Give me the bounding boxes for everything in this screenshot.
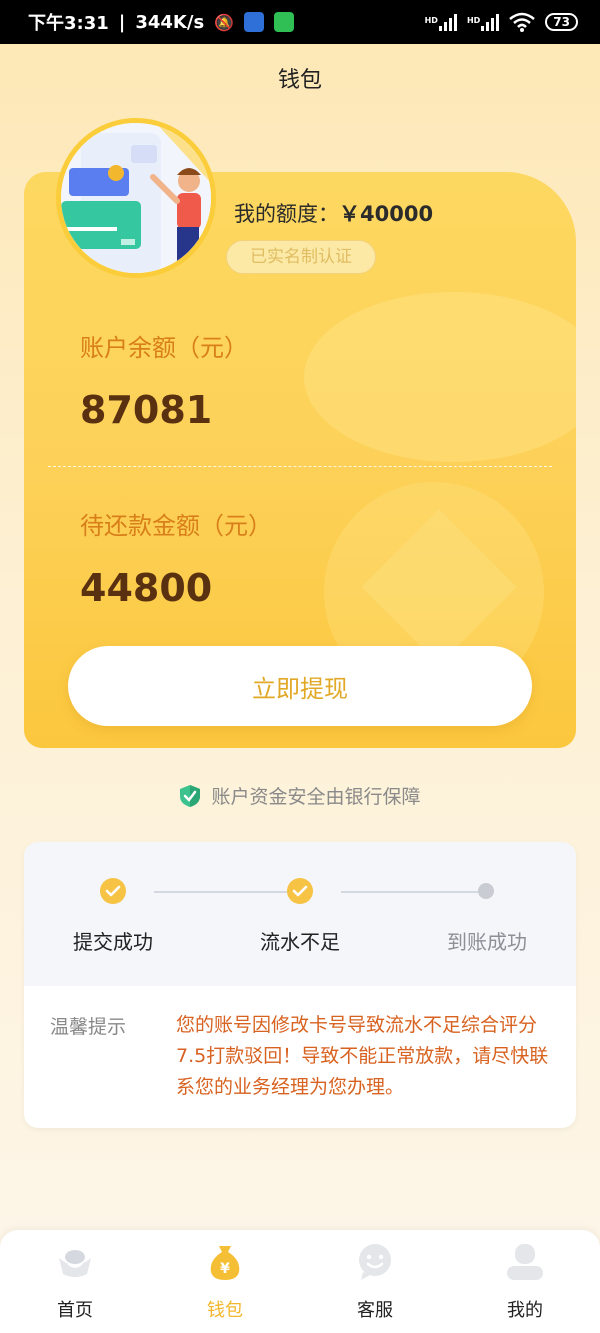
step-connector	[341, 891, 491, 893]
quota-value: ￥40000	[339, 202, 434, 226]
tip-text: 您的账号因修改卡号导致流水不足综合评分7.5打款驳回！导致不能正常放款，请尽快联…	[176, 1014, 549, 1098]
tip-title: 温馨提示	[50, 1016, 127, 1038]
tab-mine[interactable]: 我的	[465, 1242, 585, 1322]
balance-label: 账户余额（元）	[80, 334, 248, 362]
chat-smile-icon	[359, 1244, 391, 1280]
step-done-check-icon	[100, 878, 126, 904]
app-notification-icon	[244, 12, 265, 32]
step-pending-dot-icon	[478, 883, 494, 899]
network-speed: 344K/s	[135, 11, 205, 33]
card-divider	[48, 466, 552, 467]
ingot-icon	[59, 1250, 91, 1277]
card-person-illustration	[61, 123, 211, 273]
money-bag-icon: ¥	[210, 1246, 240, 1280]
steps-area: 提交成功 流水不足 到账成功	[24, 842, 576, 986]
balance-value: 87081	[80, 388, 213, 432]
bottom-tab-bar: 首页 ¥ 钱包 客服 我的	[0, 1230, 600, 1333]
status-time: 下午3:31	[28, 13, 109, 34]
app-notification-icon-2	[274, 12, 295, 32]
quota-label: 我的额度：	[234, 202, 339, 226]
progress-panel: 提交成功 流水不足 到账成功 温馨提示 您的账号因修改卡号导致流水不足综合评分7…	[24, 842, 576, 1128]
signal-icon-2: HD	[467, 13, 500, 31]
repay-value: 44800	[80, 566, 213, 610]
verified-badge: 已实名制认证	[226, 240, 376, 274]
card-decoration	[304, 292, 576, 462]
tab-label: 钱包	[207, 1300, 243, 1321]
step-connector	[154, 891, 304, 893]
tab-label: 客服	[357, 1300, 393, 1321]
battery-indicator: 73	[545, 13, 578, 31]
signal-icon-1: HD	[425, 13, 457, 31]
security-note-text: 账户资金安全由银行保障	[211, 786, 421, 808]
svg-text:¥: ¥	[220, 1261, 230, 1277]
tab-label: 我的	[507, 1300, 543, 1321]
quota-line: 我的额度：￥40000	[234, 198, 433, 228]
wallet-illustration	[56, 118, 216, 278]
shield-icon	[180, 784, 201, 807]
mute-bell-icon: 🔕	[214, 12, 235, 32]
wifi-icon	[509, 12, 536, 32]
status-bar: 下午3:31 | 344K/s 🔕 HD HD 73	[0, 0, 600, 44]
tab-home[interactable]: 首页	[15, 1242, 135, 1322]
page-title: 钱包	[277, 68, 322, 93]
tab-customer-service[interactable]: 客服	[315, 1242, 435, 1322]
repay-label: 待还款金额（元）	[80, 512, 272, 540]
tab-label: 首页	[57, 1300, 93, 1321]
step-done-check-icon	[287, 878, 313, 904]
step-label-arrived: 到账成功	[447, 930, 527, 954]
step-label-insufficient-flow: 流水不足	[260, 930, 340, 954]
user-icon	[507, 1244, 543, 1280]
security-note: 账户资金安全由银行保障	[0, 782, 600, 809]
step-label-submitted: 提交成功	[73, 930, 153, 954]
withdraw-button[interactable]: 立即提现	[68, 646, 532, 726]
tab-wallet[interactable]: ¥ 钱包	[165, 1242, 285, 1322]
